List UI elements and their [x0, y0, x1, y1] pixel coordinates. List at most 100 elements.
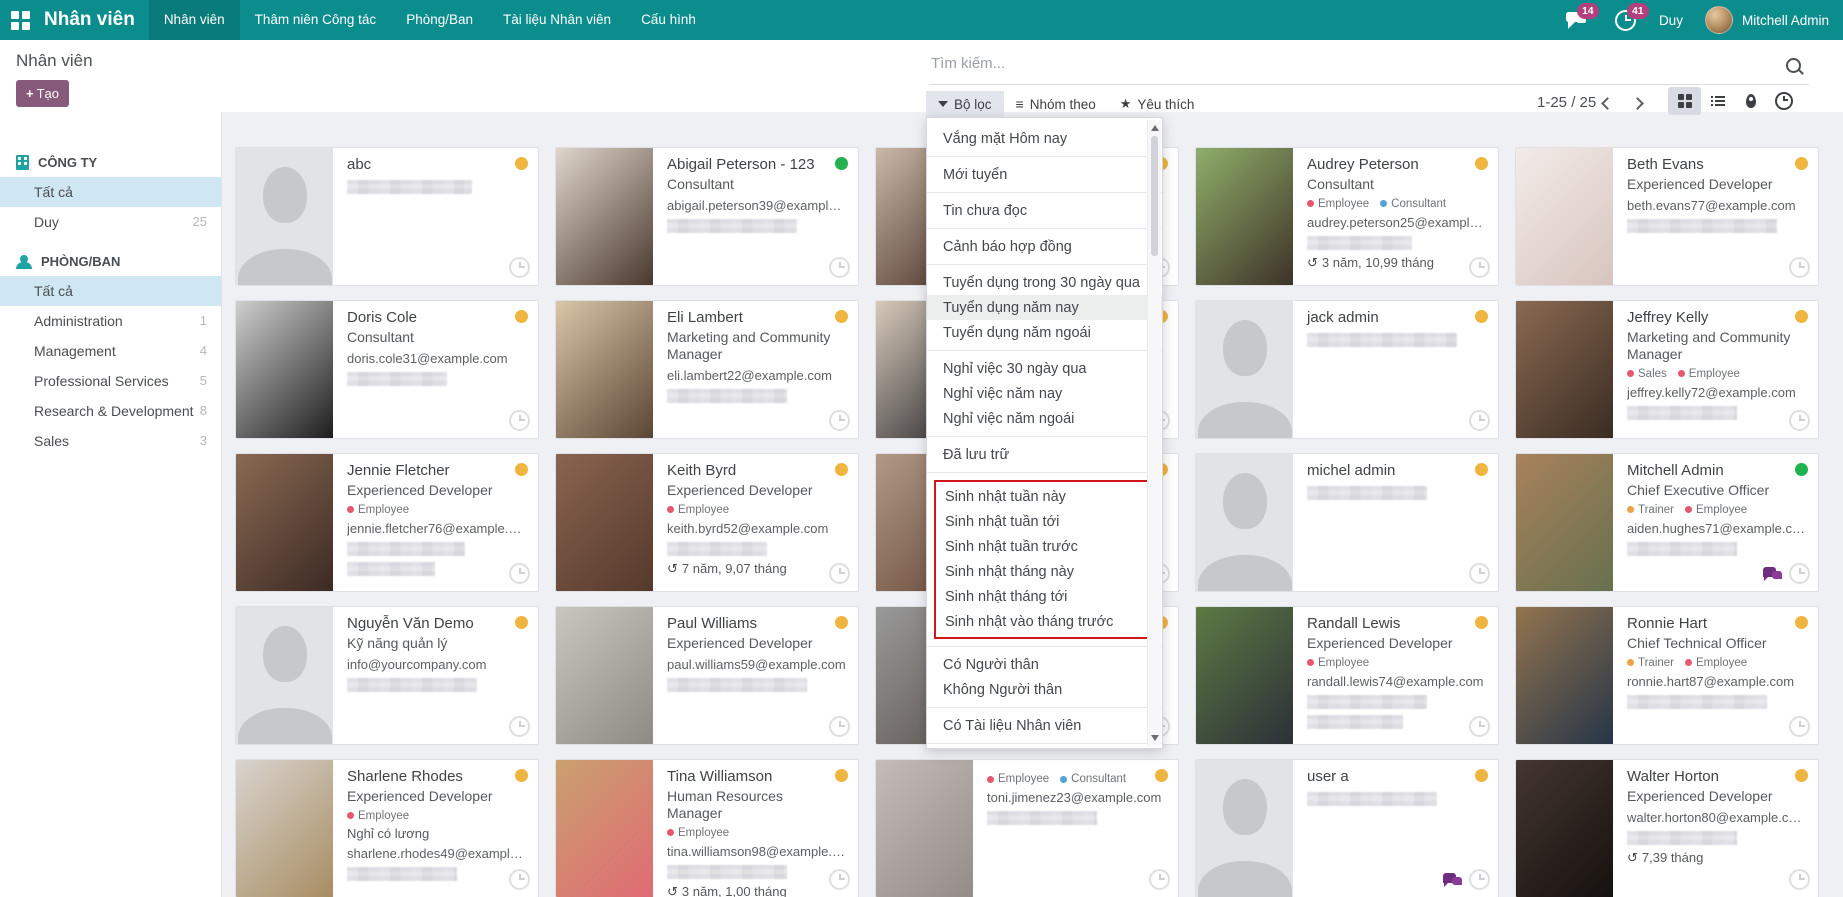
- activity-view-button[interactable]: [1767, 87, 1800, 115]
- activity-clock-icon[interactable]: [509, 563, 530, 584]
- activity-clock-icon[interactable]: [509, 716, 530, 737]
- filter-option-sinh-nhật-tháng-này[interactable]: Sinh nhật tháng này: [936, 559, 1137, 584]
- activity-clock-icon[interactable]: [829, 257, 850, 278]
- app-brand[interactable]: Nhân viên: [40, 0, 149, 40]
- activity-clock-icon[interactable]: [829, 716, 850, 737]
- activity-clock-icon[interactable]: [509, 869, 530, 890]
- filter-option-sinh-nhật-tuần-trước[interactable]: Sinh nhật tuần trước: [936, 534, 1137, 559]
- employee-card[interactable]: jack admin: [1195, 300, 1499, 439]
- employee-card[interactable]: Walter HortonExperienced Developerwalter…: [1515, 759, 1819, 897]
- employee-card[interactable]: Mitchell AdminChief Executive OfficerTra…: [1515, 453, 1819, 592]
- list-view-button[interactable]: [1701, 87, 1734, 115]
- activity-clock-icon[interactable]: [1469, 410, 1490, 431]
- menu-item-2[interactable]: Thâm niên Công tác: [240, 0, 392, 40]
- filter-option-tin-chưa-đọc[interactable]: Tin chưa đọc: [927, 198, 1162, 223]
- create-button[interactable]: +Tạo: [16, 80, 69, 107]
- employee-card[interactable]: Sharlene RhodesExperienced DeveloperEmpl…: [235, 759, 539, 897]
- employee-card[interactable]: Randall LewisExperienced DeveloperEmploy…: [1195, 606, 1499, 745]
- sidebar-item-t-t-c-[interactable]: Tất cả: [0, 276, 221, 306]
- employee-card[interactable]: Eli LambertMarketing and Community Manag…: [555, 300, 859, 439]
- employee-card[interactable]: Keith ByrdExperienced DeveloperEmployeek…: [555, 453, 859, 592]
- sidebar-item-management[interactable]: Management4: [0, 336, 221, 366]
- chat-messages-icon[interactable]: [1443, 873, 1462, 888]
- sidebar-item-professional-services[interactable]: Professional Services5: [0, 366, 221, 396]
- sidebar-item-administration[interactable]: Administration1: [0, 306, 221, 336]
- activity-clock-icon[interactable]: [829, 869, 850, 890]
- employee-card[interactable]: Nguyễn Văn DemoKỹ năng quản lýinfo@yourc…: [235, 606, 539, 745]
- menu-item-5[interactable]: Cấu hình: [626, 0, 711, 40]
- activities-menu-button[interactable]: 41: [1609, 0, 1643, 40]
- activity-clock-icon[interactable]: [1789, 716, 1810, 737]
- activity-clock-icon[interactable]: [509, 257, 530, 278]
- activity-clock-icon[interactable]: [1789, 563, 1810, 584]
- filter-option-tuyển-dụng-năm-ngoái[interactable]: Tuyển dụng năm ngoái: [927, 320, 1162, 345]
- employee-card[interactable]: Abigail Peterson - 123Consultantabigail.…: [555, 147, 859, 286]
- filter-option-không-người-thân[interactable]: Không Người thân: [927, 677, 1162, 702]
- filter-option-có-người-thân[interactable]: Có Người thân: [927, 652, 1162, 677]
- scroll-down-arrow-icon[interactable]: [1151, 735, 1159, 741]
- filter-option-sinh-nhật-tháng-tới[interactable]: Sinh nhật tháng tới: [936, 584, 1137, 609]
- employee-card[interactable]: Audrey PetersonConsultantEmployeeConsult…: [1195, 147, 1499, 286]
- search-input[interactable]: [929, 54, 1753, 73]
- activity-clock-icon[interactable]: [1469, 869, 1490, 890]
- activity-clock-icon[interactable]: [1789, 410, 1810, 431]
- user-menu[interactable]: Mitchell Admin: [1742, 13, 1829, 28]
- scroll-up-arrow-icon[interactable]: [1151, 125, 1159, 131]
- filter-option-đã-lưu-trữ[interactable]: Đã lưu trữ: [927, 442, 1162, 467]
- apps-menu-button[interactable]: [0, 0, 40, 40]
- employee-card[interactable]: Paul WilliamsExperienced Developerpaul.w…: [555, 606, 859, 745]
- favorites-button[interactable]: ★ Yêu thích: [1108, 90, 1207, 118]
- sidebar-item-duy[interactable]: Duy25: [0, 207, 221, 237]
- activity-clock-icon[interactable]: [1469, 716, 1490, 737]
- filter-option-tuyển-dụng-trong-30-ngày-qua[interactable]: Tuyển dụng trong 30 ngày qua: [927, 270, 1162, 295]
- activity-clock-icon[interactable]: [509, 410, 530, 431]
- employee-card[interactable]: abc: [235, 147, 539, 286]
- messages-menu-button[interactable]: 14: [1559, 0, 1593, 40]
- employee-card[interactable]: EmployeeConsultanttoni.jimenez23@example…: [875, 759, 1179, 897]
- employee-card[interactable]: user a: [1195, 759, 1499, 897]
- employee-card[interactable]: Jennie FletcherExperienced DeveloperEmpl…: [235, 453, 539, 592]
- company-switcher[interactable]: Duy: [1659, 13, 1683, 28]
- filter-option-nghỉ-việc-năm-ngoái[interactable]: Nghỉ việc năm ngoái: [927, 406, 1162, 431]
- activity-clock-icon[interactable]: [829, 410, 850, 431]
- sidebar-item-t-t-c-[interactable]: Tất cả: [0, 177, 221, 207]
- chat-messages-icon[interactable]: [1763, 567, 1782, 582]
- filter-option-có-tài-liệu-nhân-viên[interactable]: Có Tài liệu Nhân viên: [927, 713, 1162, 738]
- pager-next-button[interactable]: [1631, 97, 1644, 110]
- map-view-button[interactable]: [1734, 87, 1767, 115]
- scrollbar-thumb[interactable]: [1151, 136, 1158, 256]
- activity-clock-icon[interactable]: [1469, 563, 1490, 584]
- employee-card[interactable]: Ronnie HartChief Technical OfficerTraine…: [1515, 606, 1819, 745]
- filter-option-nghỉ-việc-năm-nay[interactable]: Nghỉ việc năm nay: [927, 381, 1162, 406]
- sidebar-item-research-development[interactable]: Research & Development8: [0, 396, 221, 426]
- filter-option-sinh-nhật-tuần-này[interactable]: Sinh nhật tuần này: [936, 484, 1137, 509]
- menu-item-3[interactable]: Phòng/Ban: [391, 0, 488, 40]
- activity-clock-icon[interactable]: [1789, 869, 1810, 890]
- pager-previous-button[interactable]: [1601, 97, 1614, 110]
- activity-clock-icon[interactable]: [1149, 869, 1170, 890]
- filter-option-mới-tuyển[interactable]: Mới tuyển: [927, 162, 1162, 187]
- user-avatar[interactable]: [1705, 6, 1733, 34]
- employee-card[interactable]: Doris ColeConsultantdoris.cole31@example…: [235, 300, 539, 439]
- search-icon[interactable]: [1786, 58, 1801, 73]
- filters-button[interactable]: Bộ lọc: [926, 91, 1004, 118]
- menu-item-1[interactable]: Nhân viên: [149, 0, 240, 40]
- kanban-view-button[interactable]: [1668, 87, 1701, 115]
- employee-card[interactable]: Tina WilliamsonHuman Resources ManagerEm…: [555, 759, 859, 897]
- filter-option-nghỉ-việc-30-ngày-qua[interactable]: Nghỉ việc 30 ngày qua: [927, 356, 1162, 381]
- sidebar-item-sales[interactable]: Sales3: [0, 426, 221, 456]
- filter-option-vắng-mặt-hôm-nay[interactable]: Vắng mặt Hôm nay: [927, 126, 1162, 151]
- employee-card[interactable]: michel admin: [1195, 453, 1499, 592]
- dropdown-scrollbar[interactable]: [1147, 120, 1161, 746]
- activity-clock-icon[interactable]: [1789, 257, 1810, 278]
- filter-option-tuyển-dụng-năm-nay[interactable]: Tuyển dụng năm nay: [927, 295, 1162, 320]
- activity-clock-icon[interactable]: [1469, 257, 1490, 278]
- filter-option-sinh-nhật-vào-tháng-trước[interactable]: Sinh nhật vào tháng trước: [936, 609, 1137, 634]
- groupby-button[interactable]: ≡ Nhóm theo: [1004, 90, 1108, 118]
- filter-option-sinh-nhật-tuần-tới[interactable]: Sinh nhật tuần tới: [936, 509, 1137, 534]
- filter-option-cảnh-báo-hợp-đồng[interactable]: Cảnh báo hợp đồng: [927, 234, 1162, 259]
- employee-card[interactable]: Jeffrey KellyMarketing and Community Man…: [1515, 300, 1819, 439]
- employee-card[interactable]: Beth EvansExperienced Developerbeth.evan…: [1515, 147, 1819, 286]
- menu-item-4[interactable]: Tài liệu Nhân viên: [488, 0, 626, 40]
- activity-clock-icon[interactable]: [829, 563, 850, 584]
